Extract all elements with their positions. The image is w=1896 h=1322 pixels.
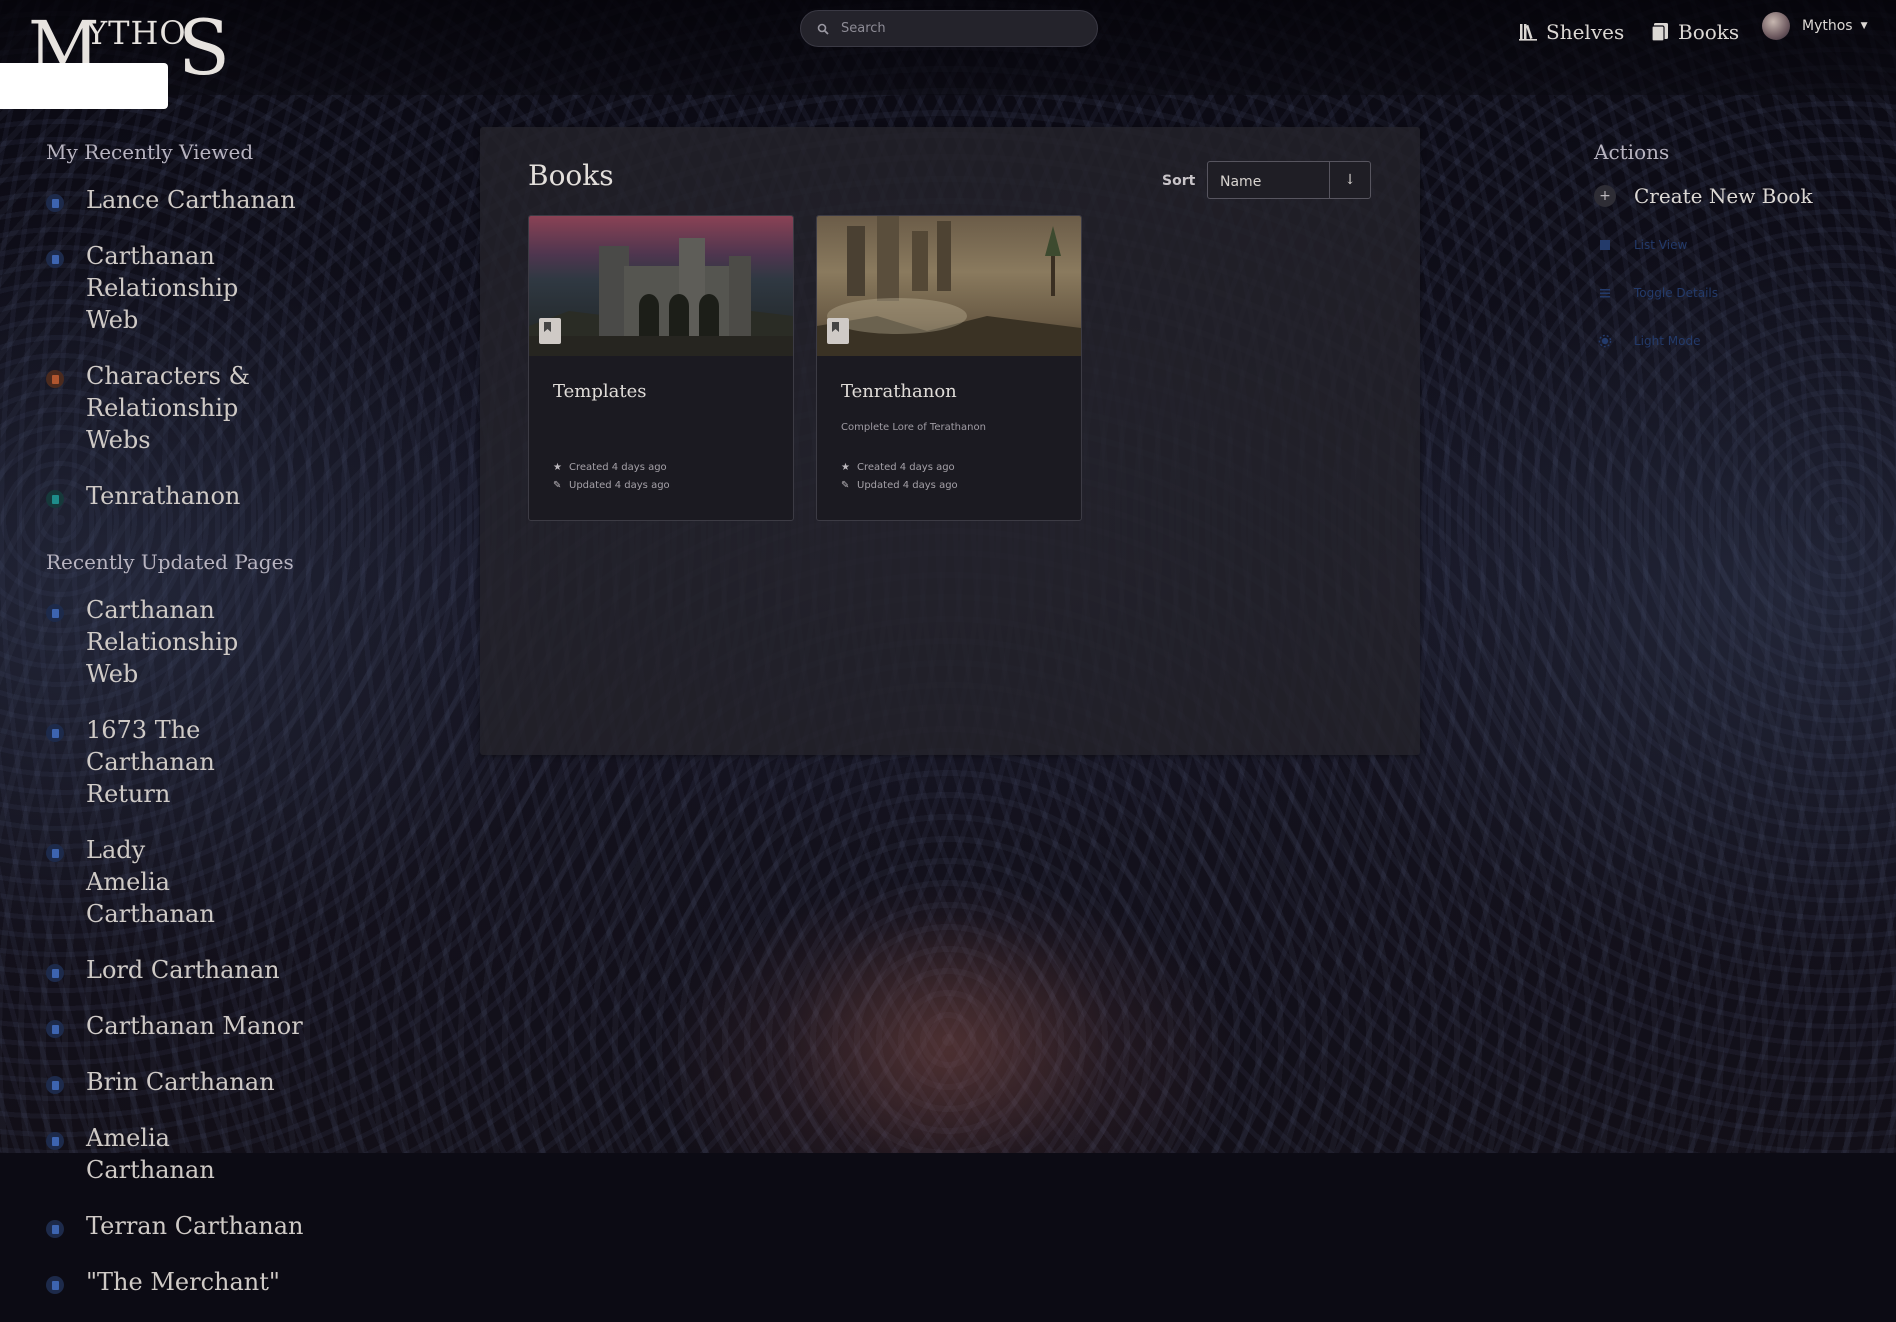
plus-icon: + (1594, 185, 1616, 207)
recent-item-label: Carthanan Relationship Web (86, 242, 239, 334)
book-card[interactable]: Templates ★ Created 4 days ago ✎ Updated… (528, 215, 794, 521)
book-title: Tenrathanon (841, 381, 957, 402)
book-icon (46, 490, 64, 508)
updated-item-label: Lord Carthanan (86, 956, 280, 984)
actions-sidebar: Actions + Create New Book List View Togg… (1594, 140, 1854, 378)
recent-item-label: Characters & Relationship Webs (86, 362, 250, 454)
pencil-icon: ✎ (841, 480, 850, 491)
user-menu[interactable]: Mythos ▼ (1762, 12, 1868, 40)
user-name: Mythos (1802, 18, 1853, 34)
book-created: ★ Created 4 days ago (553, 462, 667, 473)
updated-item[interactable]: Carthanan Manor (46, 1010, 306, 1042)
bookmark-icon (827, 318, 849, 344)
page-icon (46, 844, 64, 862)
book-updated-text: Updated 4 days ago (857, 480, 958, 491)
ruins-illustration (817, 216, 1081, 356)
nav-books-label: Books (1678, 20, 1740, 44)
book-cover-image (529, 216, 793, 356)
updated-item[interactable]: 1673 The Carthanan Return (46, 714, 306, 810)
pencil-icon: ✎ (553, 480, 562, 491)
sort-label: Sort (1162, 173, 1196, 189)
updated-item-label: "The Merchant" (86, 1268, 280, 1296)
page-icon (46, 1276, 64, 1294)
updated-item-label: Terran Carthanan (86, 1212, 304, 1240)
updated-item-label: Amelia Carthanan (86, 1124, 215, 1184)
page-icon (46, 724, 64, 742)
sort-control: Name ↓ (1207, 161, 1371, 199)
book-title: Templates (553, 381, 647, 402)
recent-item[interactable]: Lance Carthanan (46, 184, 306, 216)
search-icon (817, 23, 829, 35)
book-cover-image (817, 216, 1081, 356)
page-icon (46, 1076, 64, 1094)
page-icon (46, 1220, 64, 1238)
updated-item-label: Carthanan Relationship Web (86, 596, 239, 688)
books-panel: Books Sort Name ↓ Templates ★ Created 4 (480, 127, 1420, 755)
left-sidebar: My Recently Viewed Lance Carthanan Carth… (46, 140, 306, 1322)
recent-item[interactable]: Characters & Relationship Webs (46, 360, 306, 456)
light-mode-label: Light Mode (1634, 334, 1701, 348)
list-view-icon (1594, 234, 1616, 256)
actions-title: Actions (1594, 140, 1670, 164)
chevron-down-icon: ▼ (1860, 21, 1868, 31)
page-icon (46, 194, 64, 212)
updated-item[interactable]: Brin Carthanan (46, 1066, 306, 1098)
book-updated: ✎ Updated 4 days ago (553, 480, 670, 491)
recent-item-label: Tenrathanon (86, 482, 241, 510)
bookmark-icon (539, 318, 561, 344)
avatar (1762, 12, 1790, 40)
list-view-label: List View (1634, 238, 1688, 252)
castle-illustration (529, 238, 793, 356)
sun-icon (1594, 330, 1616, 352)
search-input[interactable] (839, 20, 1073, 37)
page-icon (46, 1020, 64, 1038)
updated-item[interactable]: Lord Carthanan (46, 954, 306, 986)
nav-shelves[interactable]: Shelves (1518, 20, 1624, 44)
page-icon (46, 964, 64, 982)
books-icon (1651, 23, 1668, 42)
book-created-text: Created 4 days ago (569, 462, 667, 473)
page-icon (46, 604, 64, 622)
white-overlay-box (0, 63, 168, 109)
recent-item[interactable]: Tenrathanon (46, 480, 306, 512)
toggle-details-button[interactable]: Toggle Details (1594, 282, 1854, 304)
recent-item[interactable]: Carthanan Relationship Web (46, 240, 306, 336)
search-bar[interactable] (800, 10, 1098, 47)
page-icon (46, 250, 64, 268)
book-created: ★ Created 4 days ago (841, 462, 955, 473)
recently-updated-title: Recently Updated Pages (46, 550, 294, 574)
details-icon (1594, 282, 1616, 304)
updated-item-label: Carthanan Manor (86, 1012, 303, 1040)
create-new-book-button[interactable]: + Create New Book (1594, 184, 1854, 208)
chapter-icon (46, 370, 64, 388)
book-updated-text: Updated 4 days ago (569, 480, 670, 491)
book-updated: ✎ Updated 4 days ago (841, 480, 958, 491)
sort-direction-button[interactable]: ↓ (1330, 162, 1370, 198)
recently-viewed-title: My Recently Viewed (46, 140, 254, 164)
recent-item-label: Lance Carthanan (86, 186, 296, 214)
updated-item[interactable]: Carthanan Relationship Web (46, 594, 306, 690)
updated-item[interactable]: "The Merchant" (46, 1266, 306, 1298)
book-created-text: Created 4 days ago (857, 462, 955, 473)
star-icon: ★ (841, 462, 850, 473)
star-icon: ★ (553, 462, 562, 473)
book-card[interactable]: Tenrathanon Complete Lore of Terathanon … (816, 215, 1082, 521)
updated-item-label: Lady Amelia Carthanan (86, 836, 215, 928)
updated-item[interactable]: Amelia Carthanan (46, 1122, 306, 1186)
toggle-details-label: Toggle Details (1634, 286, 1718, 300)
page-title: Books (528, 159, 614, 192)
page-icon (46, 1132, 64, 1150)
updated-item[interactable]: Lady Amelia Carthanan (46, 834, 306, 930)
updated-item-label: 1673 The Carthanan Return (86, 716, 215, 808)
nav-shelves-label: Shelves (1546, 20, 1625, 44)
updated-item-label: Brin Carthanan (86, 1068, 275, 1096)
nav-books[interactable]: Books (1650, 20, 1739, 44)
create-new-book-label: Create New Book (1634, 184, 1813, 208)
sort-select[interactable]: Name (1208, 162, 1330, 198)
updated-item[interactable]: Terran Carthanan (46, 1210, 306, 1242)
light-mode-button[interactable]: Light Mode (1594, 330, 1854, 352)
shelves-icon (1519, 24, 1537, 41)
book-description: Complete Lore of Terathanon (841, 422, 986, 433)
list-view-button[interactable]: List View (1594, 234, 1854, 256)
